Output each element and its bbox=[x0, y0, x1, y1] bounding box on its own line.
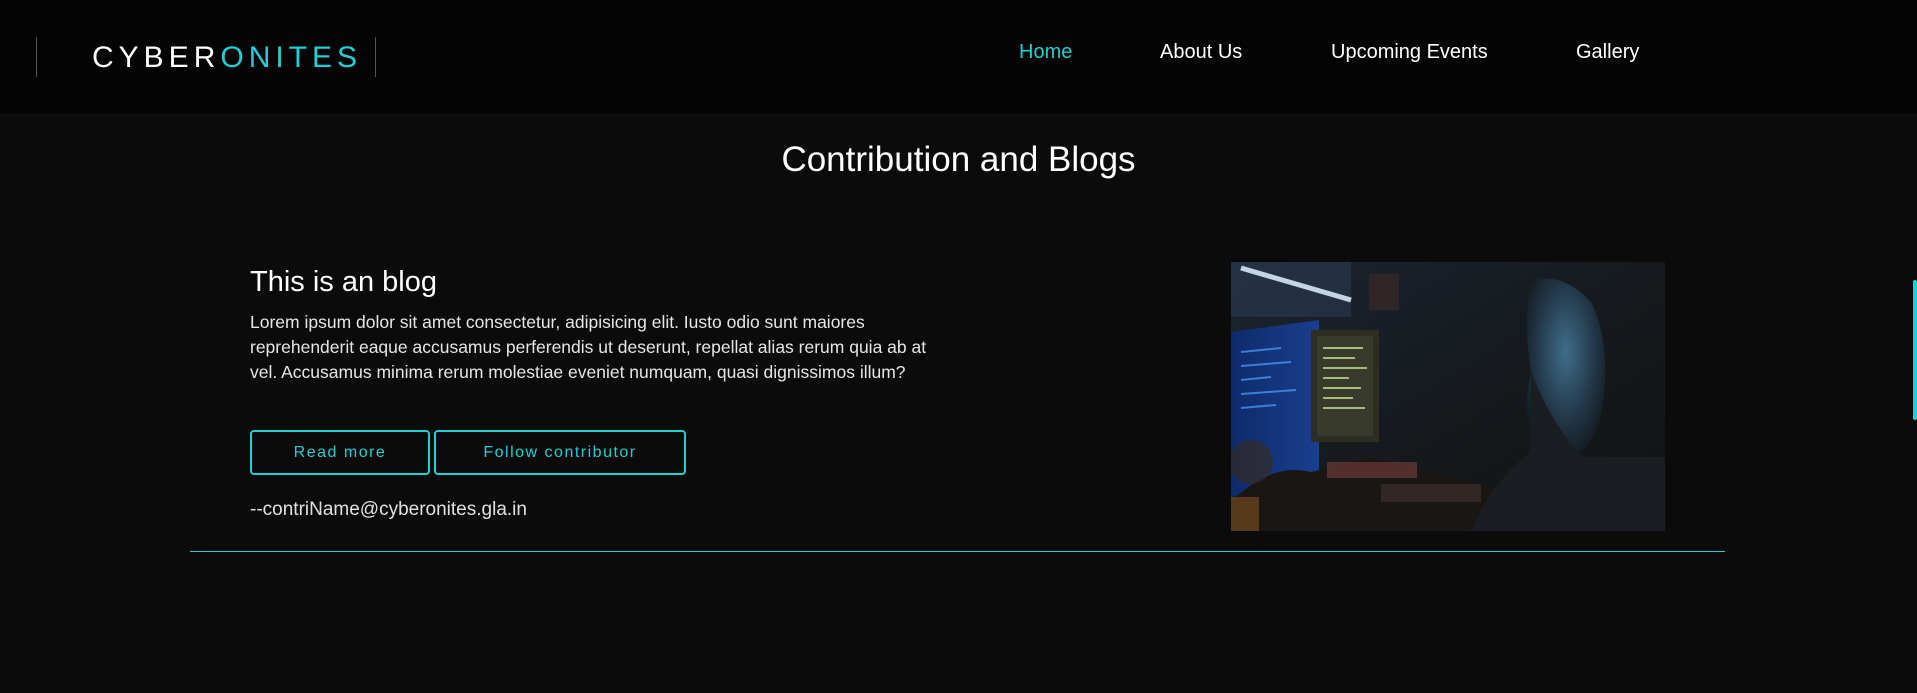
blog-title: This is an blog bbox=[250, 266, 437, 298]
logo-left-divider bbox=[36, 37, 37, 77]
blog-excerpt: Lorem ipsum dolor sit amet consectetur, … bbox=[250, 312, 927, 382]
brand-logo-part1: CYBER bbox=[92, 41, 221, 74]
nav-link-home[interactable]: Home bbox=[1019, 38, 1072, 66]
contributor-email: --contriName@cyberonites.gla.in bbox=[250, 499, 527, 520]
section-divider bbox=[190, 551, 1725, 552]
brand-logo-part2: ONITES bbox=[220, 41, 363, 74]
nav-link-gallery[interactable]: Gallery bbox=[1576, 38, 1639, 66]
nav-link-about-us[interactable]: About Us bbox=[1160, 38, 1242, 66]
blog-image bbox=[1231, 262, 1665, 531]
logo-right-divider bbox=[375, 37, 376, 77]
top-navbar: CYBERONITES Home About Us Upcoming Event… bbox=[0, 0, 1917, 113]
nav-link-upcoming-events[interactable]: Upcoming Events bbox=[1331, 38, 1488, 66]
scrollbar-thumb[interactable] bbox=[1913, 280, 1917, 420]
read-more-button[interactable]: Read more bbox=[250, 430, 430, 475]
brand-logo[interactable]: CYBERONITES bbox=[92, 38, 362, 78]
section-title: Contribution and Blogs bbox=[781, 140, 1136, 179]
hacker-photo-icon bbox=[1231, 262, 1665, 531]
follow-contributor-button[interactable]: Follow contributor bbox=[434, 430, 686, 475]
